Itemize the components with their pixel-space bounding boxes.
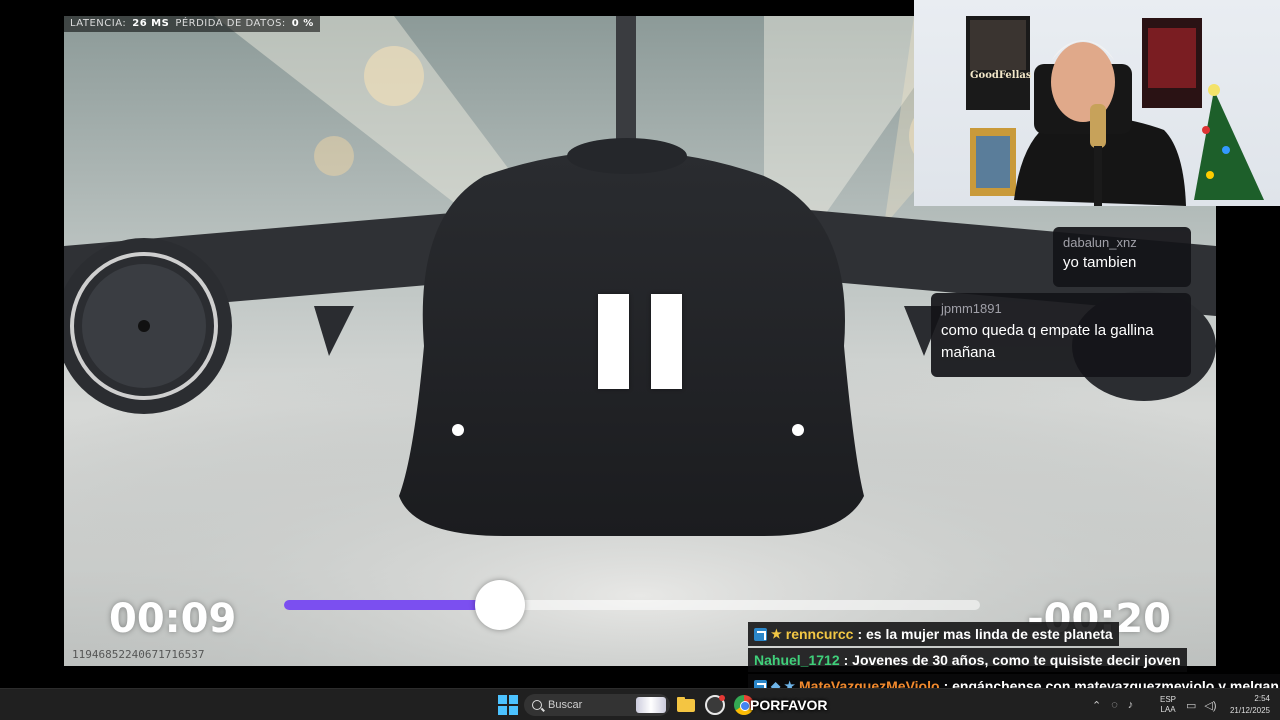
seek-bar-progress bbox=[284, 600, 500, 610]
chat-username: Nahuel_1712 bbox=[754, 652, 840, 668]
packet-loss-label: PÉRDIDA DE DATOS: bbox=[175, 18, 286, 29]
chat-text: : es la mujer mas linda de este planeta bbox=[857, 626, 1113, 642]
system-tray: ⌃ ◌ ♪ bbox=[1092, 689, 1133, 720]
pause-bar-left bbox=[598, 294, 629, 389]
clock-time: 2:54 bbox=[1254, 694, 1270, 703]
overlay-caption: PORFAVOR bbox=[750, 697, 828, 713]
latency-value: 26 MS bbox=[132, 18, 170, 29]
monitor-tray-icon[interactable]: ▭ bbox=[1186, 699, 1196, 712]
star-badge-icon: ★ bbox=[771, 627, 782, 641]
taskbar-clock[interactable]: 2:54 21/12/2025 bbox=[1230, 693, 1270, 717]
search-placeholder: Buscar bbox=[548, 699, 583, 711]
pause-bar-right bbox=[651, 294, 682, 389]
input-language[interactable]: ESP LAA bbox=[1156, 689, 1180, 720]
chat-text: : Jovenes de 30 años, como te quisiste d… bbox=[843, 652, 1181, 668]
network-stats: LATENCIA: 26 MS PÉRDIDA DE DATOS: 0 % bbox=[64, 16, 320, 32]
poster-title: GoodFellas bbox=[970, 70, 1032, 81]
chat-username: renncurcc bbox=[785, 626, 854, 642]
latency-label: LATENCIA: bbox=[70, 18, 127, 29]
file-explorer-icon[interactable] bbox=[676, 695, 696, 715]
search-icon bbox=[532, 700, 542, 710]
chat-line: ★ renncurcc : es la mujer mas linda de e… bbox=[748, 622, 1119, 646]
chat-popup-user: jpmm1891 bbox=[941, 301, 1002, 316]
obs-recording-icon[interactable] bbox=[705, 695, 725, 715]
tray-overflow-icon[interactable]: ⌃ bbox=[1092, 699, 1101, 712]
search-highlight-icon bbox=[636, 697, 666, 713]
language-code: ESP bbox=[1159, 695, 1176, 704]
packet-loss-value: 0 % bbox=[291, 18, 314, 29]
system-tray-status: ▭ ◁) bbox=[1186, 689, 1217, 720]
streamer-room bbox=[966, 16, 1264, 206]
windows-taskbar: Buscar ⌃ ◌ ♪ ESP LAA ▭ ◁) 2:54 21/12/202… bbox=[0, 688, 1280, 720]
windows-start-icon[interactable] bbox=[498, 695, 518, 715]
chat-popup: dabalun_xnz yo tambien bbox=[1053, 227, 1191, 287]
seek-bar[interactable] bbox=[284, 580, 980, 630]
volume-tray-icon[interactable]: ◁) bbox=[1204, 699, 1216, 712]
language-layout: LAA bbox=[1160, 705, 1176, 714]
microphone-tray-icon[interactable]: ♪ bbox=[1128, 699, 1134, 711]
seek-bar-knob[interactable] bbox=[474, 580, 525, 630]
chat-popup-message: yo tambien bbox=[1063, 254, 1137, 271]
current-time: 00:09 bbox=[109, 596, 237, 642]
network-tray-icon[interactable]: ◌ bbox=[1111, 699, 1118, 711]
webcam-feed: GoodFellas bbox=[914, 0, 1280, 206]
taskbar-search-input[interactable]: Buscar bbox=[524, 694, 670, 716]
chat-popup: jpmm1891 como queda q empate la gallina … bbox=[931, 293, 1191, 377]
chat-line: Nahuel_1712 : Jovenes de 30 años, como t… bbox=[748, 648, 1187, 672]
session-id: 11946852240671716537 bbox=[72, 648, 205, 661]
chat-popup-message: como queda q empate la gallina mañana bbox=[941, 322, 1154, 361]
chat-popup-user: dabalun_xnz bbox=[1063, 235, 1137, 250]
subscriber-badge-icon bbox=[754, 627, 767, 641]
clock-date: 21/12/2025 bbox=[1229, 706, 1270, 715]
pause-icon[interactable] bbox=[598, 294, 684, 390]
